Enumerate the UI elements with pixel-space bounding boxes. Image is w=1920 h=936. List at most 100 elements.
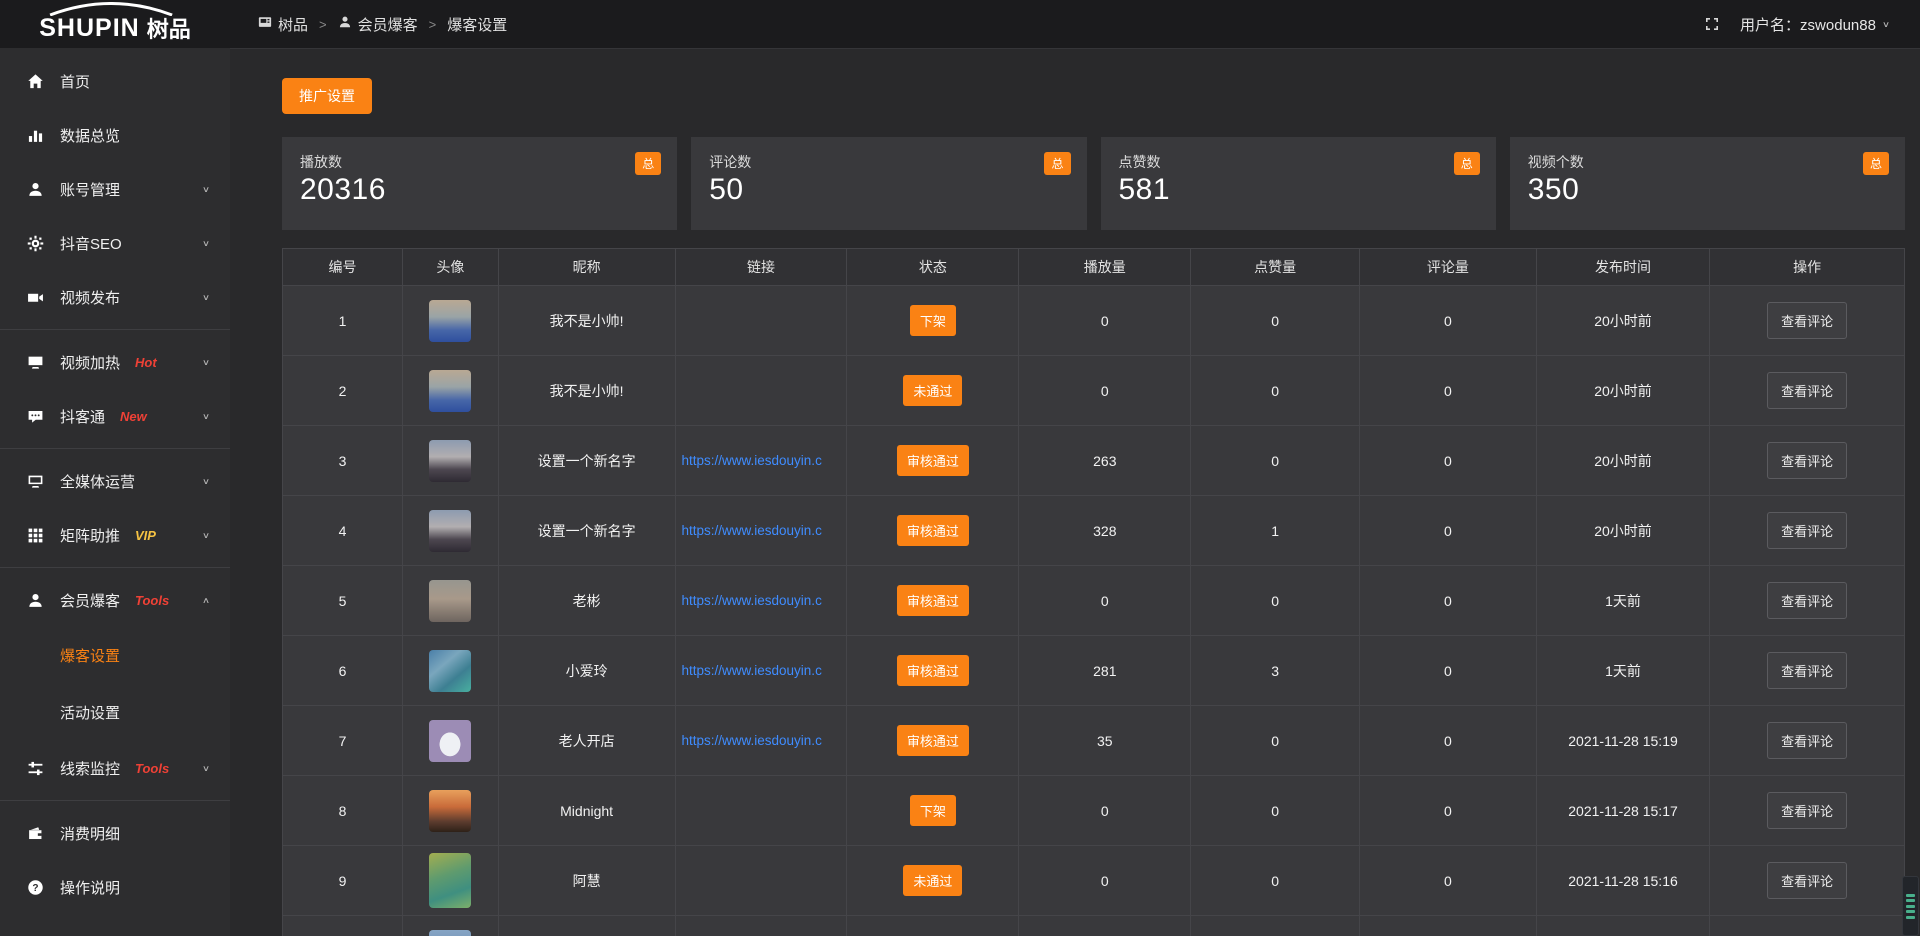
cell-likes: 3 (1191, 636, 1360, 706)
column-header: 播放量 (1019, 249, 1191, 286)
chevron-down-icon: ∨ (202, 357, 210, 367)
cell-actions (1710, 916, 1905, 936)
cell-plays: 0 (1019, 566, 1191, 636)
breadcrumb-label: 树品 (278, 14, 308, 35)
cell-id: 8 (283, 776, 403, 846)
cell-likes: 0 (1191, 846, 1360, 916)
stat-card-2: 点赞数581总 (1101, 137, 1496, 230)
column-header: 点赞量 (1191, 249, 1360, 286)
avatar (429, 853, 471, 908)
sidebar-item-home[interactable]: 首页 (0, 54, 230, 108)
cell-status (847, 916, 1019, 936)
sidebar-item-help[interactable]: ?操作说明 (0, 860, 230, 914)
sidebar-item-video-publish[interactable]: 视频发布∨ (0, 270, 230, 324)
wallet-icon (27, 825, 45, 842)
table-row: 4设置一个新名字https://www.iesdouyin.c审核通过32810… (283, 496, 1905, 566)
status-badge: 审核通过 (897, 445, 969, 476)
sidebar-item-account[interactable]: 账号管理∨ (0, 162, 230, 216)
video-link[interactable]: https://www.iesdouyin.c (677, 663, 846, 678)
cell-link: https://www.iesdouyin.c (675, 426, 847, 496)
video-link[interactable]: https://www.iesdouyin.c (677, 733, 846, 748)
sidebar-item-label: 抖客通 (60, 406, 105, 427)
cell-plays: 263 (1019, 426, 1191, 496)
floating-widget[interactable] (1902, 876, 1919, 936)
promo-settings-button[interactable]: 推广设置 (282, 78, 372, 114)
sidebar-divider (0, 567, 230, 568)
stat-card-3: 视频个数350总 (1510, 137, 1905, 230)
cell-likes: 0 (1191, 286, 1360, 356)
sidebar-item-video-heat[interactable]: 视频加热Hot∨ (0, 335, 230, 389)
table-row: 3设置一个新名字https://www.iesdouyin.c审核通过26300… (283, 426, 1905, 496)
cell-likes: 0 (1191, 566, 1360, 636)
sidebar-item-consume-detail[interactable]: 消费明细 (0, 806, 230, 860)
chevron-down-icon: ∨ (202, 763, 210, 773)
cell-nickname (498, 916, 675, 936)
cell-status: 审核通过 (847, 636, 1019, 706)
view-comments-button[interactable]: 查看评论 (1767, 652, 1847, 689)
fullscreen-icon[interactable] (1704, 16, 1720, 32)
stat-value: 350 (1528, 173, 1887, 207)
grid-icon (27, 527, 45, 544)
view-comments-button[interactable]: 查看评论 (1767, 862, 1847, 899)
sidebar-subitem-baoke-settings[interactable]: 爆客设置 (0, 627, 230, 684)
sidebar-item-data-overview[interactable]: 数据总览 (0, 108, 230, 162)
avatar (429, 440, 471, 482)
view-comments-button[interactable]: 查看评论 (1767, 722, 1847, 759)
video-link[interactable]: https://www.iesdouyin.c (677, 523, 846, 538)
sidebar-divider (0, 800, 230, 801)
sidebar-item-label: 首页 (60, 71, 90, 92)
view-comments-button[interactable]: 查看评论 (1767, 302, 1847, 339)
cell-plays: 328 (1019, 496, 1191, 566)
breadcrumb-label: 爆客设置 (447, 14, 507, 35)
chevron-down-icon: ∨ (202, 530, 210, 540)
stats-row: 播放数20316总评论数50总点赞数581总视频个数350总 (282, 137, 1905, 230)
cell-avatar (403, 356, 499, 426)
view-comments-button[interactable]: 查看评论 (1767, 582, 1847, 619)
sidebar-item-member-baoke[interactable]: 会员爆客Tools∧ (0, 573, 230, 627)
sidebar-item-label: 账号管理 (60, 179, 120, 200)
widget-bar (1906, 916, 1915, 919)
cell-time: 1天前 (1536, 566, 1710, 636)
sidebar-subitem-activity-settings[interactable]: 活动设置 (0, 684, 230, 741)
stat-value: 50 (709, 173, 1068, 207)
breadcrumb-item-member[interactable]: 会员爆客 (338, 14, 418, 35)
view-comments-button[interactable]: 查看评论 (1767, 442, 1847, 479)
cell-link (675, 356, 847, 426)
chevron-down-icon: ∨ (202, 238, 210, 248)
view-comments-button[interactable]: 查看评论 (1767, 372, 1847, 409)
cell-avatar (403, 776, 499, 846)
sidebar-item-media-ops[interactable]: 全媒体运营∨ (0, 454, 230, 508)
view-comments-button[interactable]: 查看评论 (1767, 512, 1847, 549)
cell-avatar (403, 916, 499, 936)
cell-nickname: 老彬 (498, 566, 675, 636)
sidebar-item-clue-monitor[interactable]: 线索监控Tools∨ (0, 741, 230, 795)
cell-link (675, 776, 847, 846)
cell-id: 9 (283, 846, 403, 916)
status-badge: 审核通过 (897, 725, 969, 756)
screen-icon (27, 473, 45, 490)
total-badge: 总 (1863, 152, 1889, 175)
cell-comments: 0 (1359, 426, 1536, 496)
table-row: 5老彬https://www.iesdouyin.c审核通过0001天前查看评论 (283, 566, 1905, 636)
table-row: 9阿慧未通过0002021-11-28 15:16查看评论 (283, 846, 1905, 916)
sidebar-item-label: 操作说明 (60, 877, 120, 898)
video-table: 编号头像昵称链接状态播放量点赞量评论量发布时间操作 1我不是小帅!下架00020… (282, 248, 1905, 936)
video-link[interactable]: https://www.iesdouyin.c (677, 593, 846, 608)
cell-link: https://www.iesdouyin.c (675, 496, 847, 566)
table-row: 7老人开店https://www.iesdouyin.c审核通过35002021… (283, 706, 1905, 776)
sidebar-item-douyin-seo[interactable]: 抖音SEO∨ (0, 216, 230, 270)
sidebar-item-matrix-boost[interactable]: 矩阵助推VIP∨ (0, 508, 230, 562)
view-comments-button[interactable]: 查看评论 (1767, 792, 1847, 829)
breadcrumb-item-home[interactable]: 树品 (258, 14, 308, 35)
sidebar-item-label: 全媒体运营 (60, 471, 135, 492)
cell-link: https://www.iesdouyin.c (675, 566, 847, 636)
cell-actions: 查看评论 (1710, 776, 1905, 846)
video-link[interactable]: https://www.iesdouyin.c (677, 453, 846, 468)
user-menu[interactable]: 用户名：zswodun88 ∨ (1740, 14, 1890, 35)
chat-icon (27, 408, 45, 425)
stat-label: 点赞数 (1119, 152, 1478, 172)
avatar (429, 930, 471, 936)
cell-comments: 0 (1359, 496, 1536, 566)
cell-plays: 0 (1019, 846, 1191, 916)
sidebar-item-douketong[interactable]: 抖客通New∨ (0, 389, 230, 443)
